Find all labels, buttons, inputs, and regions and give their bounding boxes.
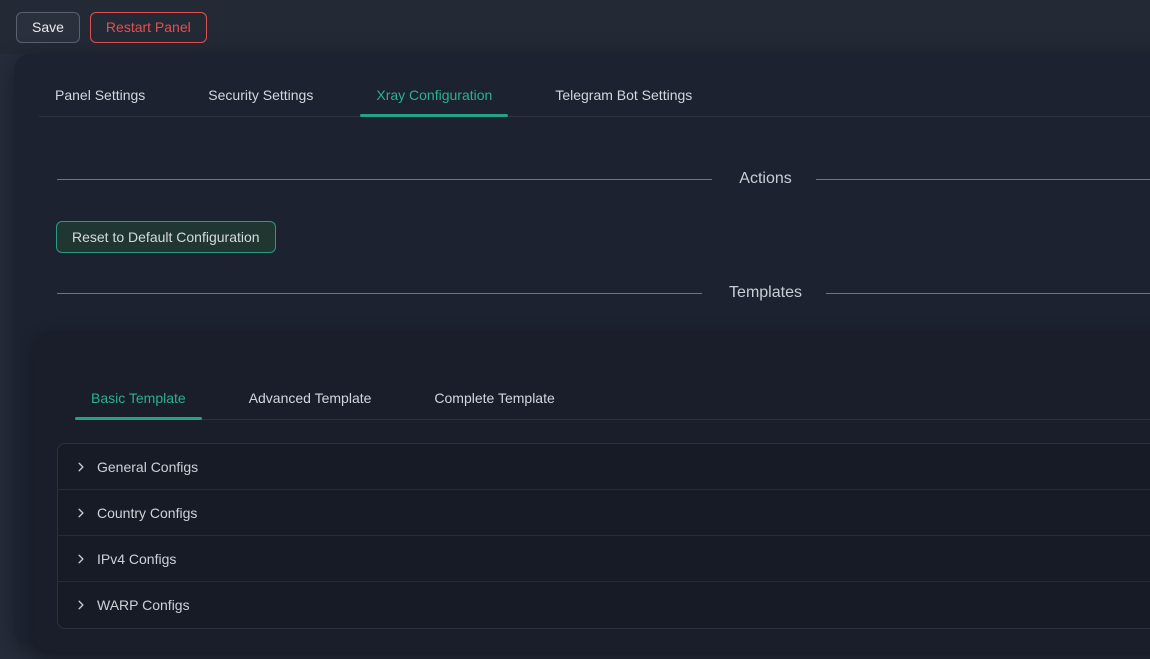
tab-advanced-template[interactable]: Advanced Template (233, 381, 388, 419)
tab-xray-configuration[interactable]: Xray Configuration (360, 78, 508, 116)
collapse-label: IPv4 Configs (97, 551, 176, 567)
templates-card: Basic Template Advanced Template Complet… (35, 331, 1150, 653)
collapse-country-configs[interactable]: Country Configs (58, 490, 1150, 536)
settings-card: Panel Settings Security Settings Xray Co… (14, 54, 1150, 645)
top-action-bar: Save Restart Panel (0, 0, 1150, 54)
tab-security-settings[interactable]: Security Settings (192, 78, 329, 116)
config-collapse-list: General Configs Country Configs IPv4 Con… (57, 443, 1150, 629)
collapse-warp-configs[interactable]: WARP Configs (58, 582, 1150, 628)
chevron-right-icon (75, 507, 87, 519)
collapse-label: Country Configs (97, 505, 197, 521)
chevron-right-icon (75, 599, 87, 611)
restart-panel-button[interactable]: Restart Panel (90, 12, 207, 43)
collapse-label: WARP Configs (97, 597, 190, 613)
collapse-general-configs[interactable]: General Configs (58, 444, 1150, 490)
settings-tabs: Panel Settings Security Settings Xray Co… (39, 54, 1150, 117)
tab-complete-template[interactable]: Complete Template (418, 381, 570, 419)
tab-panel-settings[interactable]: Panel Settings (39, 78, 161, 116)
chevron-right-icon (75, 461, 87, 473)
save-button[interactable]: Save (16, 12, 80, 43)
collapse-ipv4-configs[interactable]: IPv4 Configs (58, 536, 1150, 582)
actions-divider-title: Actions (739, 170, 791, 188)
tab-basic-template[interactable]: Basic Template (75, 381, 202, 419)
templates-divider-title: Templates (729, 284, 802, 302)
reset-default-configuration-button[interactable]: Reset to Default Configuration (56, 221, 276, 253)
templates-divider: Templates (57, 284, 1150, 302)
tab-telegram-bot-settings[interactable]: Telegram Bot Settings (539, 78, 708, 116)
template-tabs: Basic Template Advanced Template Complet… (75, 331, 1150, 420)
chevron-right-icon (75, 553, 87, 565)
collapse-label: General Configs (97, 459, 198, 475)
actions-divider: Actions (57, 170, 1150, 188)
